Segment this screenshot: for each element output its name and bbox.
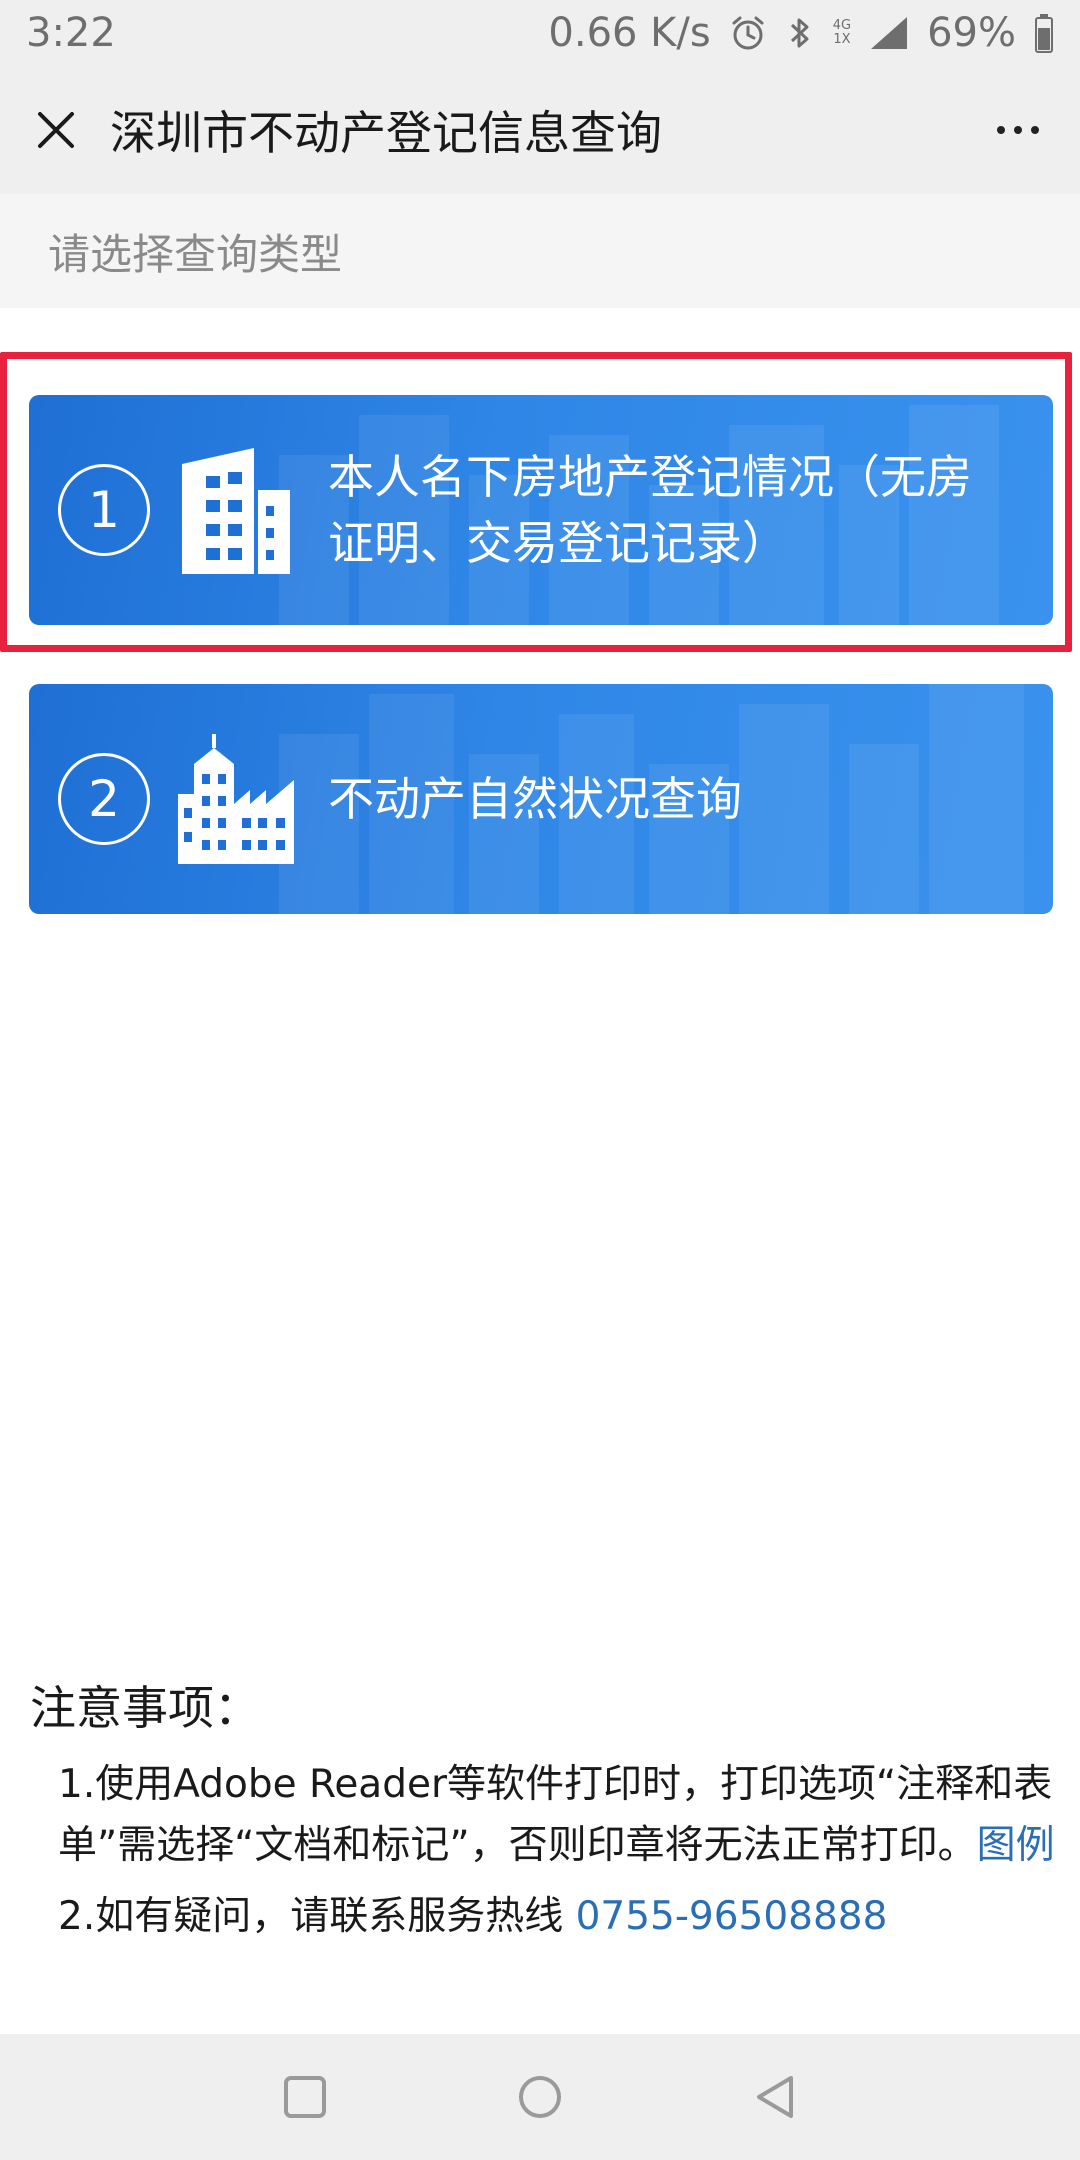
option-number: 1	[58, 464, 150, 556]
option-card-property-status[interactable]: 2 不动产自然状况查询	[29, 684, 1053, 914]
system-nav-bar	[0, 2034, 1080, 2160]
close-icon	[38, 112, 74, 148]
close-button[interactable]	[32, 106, 80, 154]
home-icon	[519, 2076, 561, 2118]
legend-link[interactable]: 图例	[977, 1823, 1055, 1868]
back-button[interactable]	[745, 2067, 805, 2127]
building-icon	[182, 448, 290, 574]
network-type: 4G 1X	[833, 19, 851, 47]
nav-bar: 深圳市不动产登记信息查询	[0, 66, 1080, 194]
more-icon-dot	[997, 126, 1005, 134]
notes-section: 注意事项： 1.使用Adobe Reader等软件打印时，打印选项“注释和表单”…	[30, 1672, 1060, 1957]
notes-item-1: 1.使用Adobe Reader等软件打印时，打印选项“注释和表单”需选择“文档…	[30, 1754, 1060, 1876]
status-time: 3:22	[26, 10, 116, 56]
notes-title: 注意事项：	[30, 1681, 260, 1735]
recent-apps-button[interactable]	[275, 2067, 335, 2127]
hotline-link[interactable]: 0755-96508888	[576, 1894, 888, 1939]
home-button[interactable]	[510, 2067, 570, 2127]
page: 3:22 0.66 K/s 4G 1X 69% 深圳市不动产登记信息查询 请选择…	[0, 0, 1080, 2160]
signal-icon	[869, 15, 909, 51]
option-card-property-registration[interactable]: 1 本人名下房地产登记情况（无房证明、交易登记记录）	[29, 395, 1053, 625]
option-number: 2	[58, 753, 150, 845]
bluetooth-icon	[785, 14, 815, 52]
alarm-icon	[729, 14, 767, 52]
battery-icon	[1034, 13, 1054, 53]
battery-percent: 69%	[927, 10, 1016, 56]
section-header: 请选择查询类型	[0, 194, 1080, 308]
status-bar: 3:22 0.66 K/s 4G 1X 69%	[0, 0, 1080, 66]
option-label: 不动产自然状况查询	[328, 772, 742, 826]
notes-item-1-text: 1.使用Adobe Reader等软件打印时，打印选项“注释和表单”需选择“文档…	[58, 1762, 1053, 1868]
option-label: 本人名下房地产登记情况（无房证明、交易登记记录）	[328, 450, 972, 570]
network-type-bottom: 1X	[833, 32, 851, 47]
city-buildings-icon	[178, 734, 294, 864]
more-icon-dot	[1014, 126, 1022, 134]
status-right: 0.66 K/s 4G 1X 69%	[548, 10, 1054, 56]
network-speed: 0.66 K/s	[548, 10, 711, 56]
notes-item-2: 2.如有疑问，请联系服务热线 0755-96508888	[30, 1886, 1060, 1947]
network-type-top: 4G	[832, 18, 852, 33]
more-button[interactable]	[988, 100, 1048, 160]
back-icon	[757, 2076, 793, 2118]
more-icon-dot	[1031, 126, 1039, 134]
notes-item-2-text: 2.如有疑问，请联系服务热线	[58, 1894, 576, 1939]
recent-apps-icon	[284, 2076, 326, 2118]
page-title: 深圳市不动产登记信息查询	[110, 106, 662, 160]
